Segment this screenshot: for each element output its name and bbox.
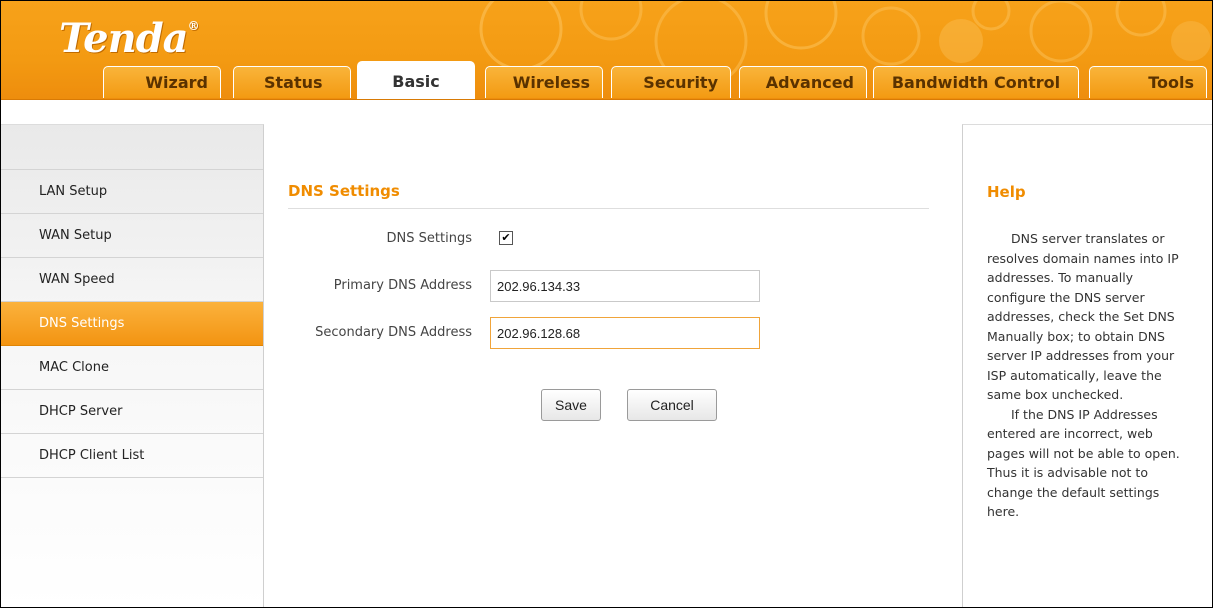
sidebar-item-dns-settings[interactable]: DNS Settings bbox=[1, 302, 263, 346]
cancel-button[interactable]: Cancel bbox=[627, 389, 717, 421]
router-admin-page: Tenda® Wizard Status Basic Wireless Secu… bbox=[0, 0, 1213, 608]
tenda-logo: Tenda® bbox=[59, 15, 200, 62]
help-panel: Help DNS server translates or resolves d… bbox=[962, 124, 1212, 607]
sidebar-item-lan-setup[interactable]: LAN Setup bbox=[1, 170, 263, 214]
sidebar-spacer bbox=[1, 125, 263, 170]
dns-settings-checkbox[interactable]: ✔ bbox=[499, 231, 513, 245]
main-content: DNS Settings DNS Settings ✔ Primary DNS … bbox=[264, 124, 961, 607]
sidebar-item-wan-speed[interactable]: WAN Speed bbox=[1, 258, 263, 302]
primary-dns-label: Primary DNS Address bbox=[333, 278, 472, 293]
primary-dns-input[interactable] bbox=[490, 270, 760, 302]
save-button[interactable]: Save bbox=[541, 389, 601, 421]
sidebar-item-wan-setup[interactable]: WAN Setup bbox=[1, 214, 263, 258]
help-title: Help bbox=[987, 183, 1026, 201]
tab-status[interactable]: Status bbox=[233, 66, 351, 98]
title-divider bbox=[288, 208, 929, 209]
tab-wizard[interactable]: Wizard bbox=[103, 66, 221, 98]
tab-wireless[interactable]: Wireless bbox=[485, 66, 603, 98]
header-bar: Tenda® Wizard Status Basic Wireless Secu… bbox=[1, 1, 1212, 100]
sidebar-menu: LAN Setup WAN Setup WAN Speed DNS Settin… bbox=[1, 124, 264, 607]
secondary-dns-input[interactable] bbox=[490, 317, 760, 349]
help-paragraph-2: If the DNS IP Addresses entered are inco… bbox=[987, 406, 1180, 520]
tab-basic[interactable]: Basic bbox=[357, 61, 475, 99]
sidebar-item-mac-clone[interactable]: MAC Clone bbox=[1, 346, 263, 390]
secondary-dns-label: Secondary DNS Address bbox=[315, 325, 472, 340]
tab-bandwidth-control[interactable]: Bandwidth Control bbox=[873, 66, 1079, 98]
main-nav-tabs: Wizard Status Basic Wireless Security Ad… bbox=[1, 61, 1212, 99]
section-title: DNS Settings bbox=[288, 182, 400, 200]
sidebar-item-dhcp-client-list[interactable]: DHCP Client List bbox=[1, 434, 263, 478]
dns-settings-label: DNS Settings bbox=[386, 231, 472, 246]
tab-advanced[interactable]: Advanced bbox=[739, 66, 867, 98]
help-paragraph-1: DNS server translates or resolves domain… bbox=[987, 231, 1179, 402]
sidebar-item-dhcp-server[interactable]: DHCP Server bbox=[1, 390, 263, 434]
help-text: DNS server translates or resolves domain… bbox=[987, 229, 1193, 522]
tab-security[interactable]: Security bbox=[611, 66, 731, 98]
tab-tools[interactable]: Tools bbox=[1089, 66, 1207, 98]
